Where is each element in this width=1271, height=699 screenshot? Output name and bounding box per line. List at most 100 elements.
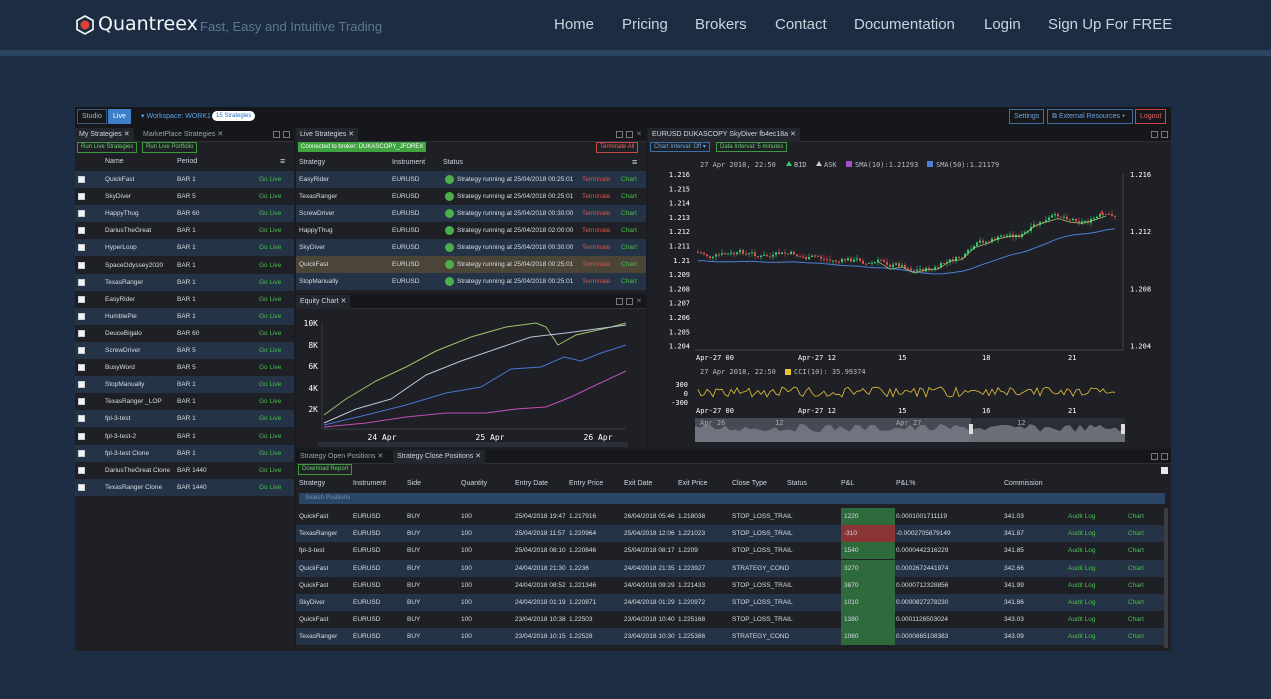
nav-home[interactable]: Home <box>554 16 594 33</box>
strategy-row[interactable]: EasyRider BAR 1 Go Live <box>75 290 294 308</box>
go-live-link[interactable]: Go Live <box>259 342 281 359</box>
chart-link[interactable]: Chart <box>621 239 637 256</box>
go-live-link[interactable]: Go Live <box>259 428 281 445</box>
go-live-link[interactable]: Go Live <box>259 222 281 239</box>
tab-price-chart[interactable]: EURUSD DUKASCOPY SkyDiver fb4ec18a ✕ <box>648 128 800 142</box>
go-live-link[interactable]: Go Live <box>259 479 281 496</box>
go-live-link[interactable]: Go Live <box>259 410 281 427</box>
strategy-row[interactable]: QuickFast BAR 1 Go Live <box>75 171 294 188</box>
column-menu-icon[interactable]: ≡ <box>632 157 637 167</box>
tab-equity-chart[interactable]: Equity Chart ✕ <box>296 295 351 309</box>
go-live-link[interactable]: Go Live <box>259 205 281 222</box>
go-live-link[interactable]: Go Live <box>259 171 281 188</box>
go-live-link[interactable]: Go Live <box>259 239 281 256</box>
position-chart-link[interactable]: Chart <box>1128 508 1144 525</box>
go-live-link[interactable]: Go Live <box>259 359 281 376</box>
close-icon[interactable]: ✕ <box>636 297 642 305</box>
strategy-row[interactable]: BusyWord BAR 5 Go Live <box>75 359 294 377</box>
audit-log-link[interactable]: Audit Log <box>1068 611 1095 628</box>
row-checkbox[interactable] <box>78 466 85 474</box>
navigator-selection[interactable] <box>695 418 971 442</box>
logout-button[interactable]: Logout <box>1135 109 1167 124</box>
strategy-row[interactable]: ScrewDriver BAR 5 Go Live <box>75 342 294 359</box>
studio-button[interactable]: Studio <box>77 109 107 124</box>
maximize-icon[interactable] <box>626 131 633 138</box>
live-strategy-row[interactable]: ScrewDriver EURUSD Strategy running at 25/… <box>296 205 646 222</box>
restore-icon[interactable] <box>273 131 280 138</box>
strategy-row[interactable]: fpl-3-test Clone BAR 1 Go Live <box>75 444 294 462</box>
position-row[interactable]: QuickFast EURUSD BUY 100 24/04/2018 21:30 1.2… <box>296 559 1165 577</box>
position-row[interactable]: QuickFast EURUSD BUY 100 25/04/2018 19:47 1.2… <box>296 508 1165 525</box>
live-button[interactable]: Live <box>108 109 131 124</box>
position-row[interactable]: TexasRanger EURUSD BUY 100 23/04/2018 10:15 1… <box>296 628 1165 646</box>
restore-icon[interactable] <box>1151 131 1158 138</box>
strategy-row[interactable]: TexasRanger Clone BAR 1440 Go Live <box>75 478 294 496</box>
position-row[interactable]: fpl-3-test EURUSD BUY 100 25/04/2018 08:10 1.… <box>296 542 1165 560</box>
chart-interval-dropdown[interactable]: Chart Interval: Off ▾ <box>650 142 710 152</box>
restore-icon[interactable] <box>616 298 623 305</box>
nav-brokers[interactable]: Brokers <box>695 16 747 33</box>
nav-contact[interactable]: Contact <box>775 16 827 33</box>
live-strategy-row[interactable]: StopManually EURUSD Strategy running at 25… <box>296 273 646 290</box>
strategy-row[interactable]: HumblePie BAR 1 Go Live <box>75 307 294 325</box>
close-icon[interactable]: ✕ <box>348 131 354 138</box>
terminate-link[interactable]: Terminate <box>582 222 611 239</box>
position-chart-link[interactable]: Chart <box>1128 542 1144 559</box>
live-strategy-row[interactable]: TexasRanger EURUSD Strategy running at 25/… <box>296 188 646 205</box>
maximize-icon[interactable] <box>626 298 633 305</box>
row-checkbox[interactable] <box>78 193 85 201</box>
position-chart-link[interactable]: Chart <box>1128 577 1144 594</box>
row-checkbox[interactable] <box>78 261 85 269</box>
brand-name[interactable]: Quantreex <box>98 13 198 35</box>
restore-icon[interactable] <box>1151 453 1158 460</box>
data-interval-button[interactable]: Data Interval: 5 minutes <box>716 142 788 152</box>
terminate-link[interactable]: Terminate <box>582 188 611 205</box>
terminate-all-button[interactable]: Terminate All <box>596 142 639 153</box>
terminate-link[interactable]: Terminate <box>582 273 611 290</box>
row-checkbox[interactable] <box>78 432 85 440</box>
go-live-link[interactable]: Go Live <box>259 308 281 325</box>
strategy-row[interactable]: DeuceBigalo BAR 60 Go Live <box>75 324 294 342</box>
tab-marketplace-strategies[interactable]: MarketPlace Strategies ✕ <box>139 128 227 142</box>
strategy-row[interactable]: StopManually BAR 1 Go Live <box>75 376 294 394</box>
tab-close-positions[interactable]: Strategy Close Positions ✕ <box>393 450 486 464</box>
row-checkbox[interactable] <box>78 449 85 457</box>
go-live-link[interactable]: Go Live <box>259 325 281 342</box>
chart-link[interactable]: Chart <box>621 205 637 222</box>
audit-log-link[interactable]: Audit Log <box>1068 542 1095 559</box>
column-menu-icon[interactable]: ≡ <box>280 156 285 166</box>
position-row[interactable]: SkyDiver EURUSD BUY 100 24/04/2018 01:19 1.22… <box>296 594 1165 611</box>
chart-link[interactable]: Chart <box>621 222 637 239</box>
live-strategy-row[interactable]: EasyRider EURUSD Strategy running at 25/04… <box>296 171 646 188</box>
quantreex-logo-icon[interactable] <box>75 15 95 35</box>
row-checkbox[interactable] <box>78 244 85 252</box>
strategy-row[interactable]: DariusTheGreat Clone BAR 1440 Go Live <box>75 461 294 479</box>
go-live-link[interactable]: Go Live <box>259 188 281 205</box>
strategy-row[interactable]: DariusTheGreat BAR 1 Go Live <box>75 222 294 240</box>
go-live-link[interactable]: Go Live <box>259 274 281 291</box>
nav-login[interactable]: Login <box>984 16 1021 33</box>
audit-log-link[interactable]: Audit Log <box>1068 560 1095 577</box>
strategy-row[interactable]: HyperLoop BAR 1 Go Live <box>75 239 294 257</box>
tab-live-strategies[interactable]: Live Strategies ✕ <box>296 128 359 142</box>
navigator-handle-right[interactable] <box>1121 424 1125 434</box>
go-live-link[interactable]: Go Live <box>259 257 281 274</box>
strategy-row[interactable]: TexasRanger BAR 1 Go Live <box>75 273 294 291</box>
terminate-link[interactable]: Terminate <box>582 205 611 222</box>
strategy-row[interactable]: SkyDiver BAR 5 Go Live <box>75 188 294 206</box>
position-row[interactable]: QuickFast EURUSD BUY 100 24/04/2018 08:52 1.2… <box>296 576 1165 594</box>
audit-log-link[interactable]: Audit Log <box>1068 525 1095 542</box>
tab-my-strategies[interactable]: My Strategies ✕ <box>75 128 134 142</box>
go-live-link[interactable]: Go Live <box>259 462 281 479</box>
select-checkbox[interactable] <box>1161 467 1168 474</box>
row-checkbox[interactable] <box>78 227 85 235</box>
positions-scrollbar[interactable] <box>1164 508 1168 648</box>
row-checkbox[interactable] <box>78 176 85 183</box>
chart-link[interactable]: Chart <box>621 171 637 188</box>
position-row[interactable]: TexasRanger EURUSD BUY 100 25/04/2018 11:57 1… <box>296 525 1165 543</box>
go-live-link[interactable]: Go Live <box>259 393 281 410</box>
strategy-row[interactable]: HappyThug BAR 60 Go Live <box>75 205 294 223</box>
maximize-icon[interactable] <box>1161 453 1168 460</box>
go-live-link[interactable]: Go Live <box>259 291 281 308</box>
close-icon[interactable]: ✕ <box>377 453 383 460</box>
